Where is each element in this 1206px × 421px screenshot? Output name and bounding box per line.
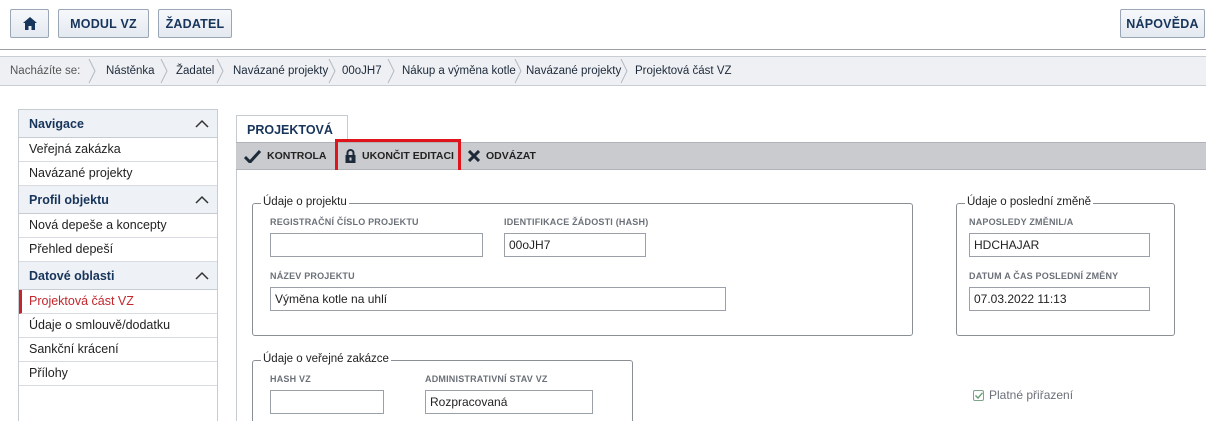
sidebar-section-profil-objektu[interactable]: Profil objektu [19, 186, 217, 214]
group-legend: Údaje o projektu [261, 196, 349, 208]
breadcrumb: Nacházíte se: Nástěnka Žadatel Navázané … [0, 56, 1206, 86]
home-button[interactable] [10, 9, 49, 38]
breadcrumb-separator-icon [216, 58, 224, 84]
sidebar-item-sankcni-kraceni[interactable]: Sankční krácení [19, 338, 217, 362]
breadcrumb-separator-icon [387, 58, 395, 84]
checkmark-icon [244, 149, 261, 163]
hash-vz-label: HASH VZ [270, 374, 311, 384]
platne-prirazeni-checkbox[interactable]: Platné přiřazení [973, 388, 1073, 402]
breadcrumb-separator-icon [160, 58, 168, 84]
highlight-annotation [335, 139, 461, 174]
breadcrumb-item-zadatel[interactable]: Žadatel [176, 57, 214, 85]
breadcrumb-item-project-name[interactable]: Nákup a výměna kotle [402, 57, 516, 85]
nazev-projektu-label: NÁZEV PROJEKTU [270, 271, 355, 281]
odvazat-button[interactable]: ODVÁZAT [468, 143, 536, 169]
group-udaje-o-projektu: Údaje o projektu REGISTRAČNÍ ČÍSLO PROJE… [252, 196, 913, 336]
breadcrumb-item-current: Projektová část VZ [635, 65, 732, 77]
sidebar-item-projektova-cast-vz[interactable]: Projektová část VZ [19, 290, 217, 314]
sidebar-item-navazane-projekty[interactable]: Navázané projekty [19, 162, 217, 186]
datum-posledni-zmeny-field[interactable]: 07.03.2022 11:13 [969, 287, 1150, 311]
chevron-up-icon[interactable] [187, 267, 217, 285]
breadcrumb-separator-icon [514, 58, 522, 84]
breadcrumb-item-navazane-projekty-2[interactable]: Navázané projekty [526, 57, 621, 85]
registracni-cislo-label: REGISTRAČNÍ ČÍSLO PROJEKTU [270, 217, 419, 227]
zadatel-button[interactable]: ŽADATEL [158, 9, 232, 38]
sidebar-section-title: Datové oblasti [29, 268, 115, 283]
identifikace-zadosti-field[interactable]: 00oJH7 [504, 233, 646, 257]
content-panel: Údaje o projektu REGISTRAČNÍ ČÍSLO PROJE… [236, 170, 1206, 421]
administrativni-stav-label: ADMINISTRATIVNÍ STAV VZ [425, 374, 548, 384]
sidebar: Navigace Veřejná zakázka Navázané projek… [18, 109, 218, 421]
sidebar-section-title: Navigace [29, 116, 84, 131]
group-legend: Údaje o poslední změně [965, 196, 1094, 208]
group-udaje-o-posledni-zmene: Údaje o poslední změně NAPOSLEDY ZMĚNIL/… [956, 196, 1175, 336]
close-icon [468, 150, 480, 162]
sidebar-section-navigace[interactable]: Navigace [19, 110, 217, 138]
group-legend: Údaje o veřejné zakázce [261, 353, 391, 365]
registracni-cislo-field[interactable] [270, 233, 483, 257]
chevron-up-icon[interactable] [187, 115, 217, 133]
modul-vz-button[interactable]: MODUL VZ [58, 9, 149, 38]
sidebar-section-datove-oblasti[interactable]: Datové oblasti [19, 262, 217, 290]
nazev-projektu-field[interactable]: Výměna kotle na uhlí [270, 287, 726, 311]
breadcrumb-lead: Nacházíte se: [10, 65, 81, 77]
breadcrumb-separator-icon [620, 58, 628, 84]
top-bar: MODUL VZ ŽADATEL NÁPOVĚDA [0, 0, 1206, 50]
hash-vz-field[interactable] [270, 390, 384, 414]
sidebar-item-verejna-zakazka[interactable]: Veřejná zakázka [19, 138, 217, 162]
odvazat-label: ODVÁZAT [486, 150, 536, 162]
sidebar-item-nova-depese[interactable]: Nová depeše a koncepty [19, 214, 217, 238]
sidebar-section-title: Profil objektu [29, 192, 109, 207]
sidebar-item-udaje-o-smlouve[interactable]: Údaje o smlouvě/dodatku [19, 314, 217, 338]
kontrola-label: KONTROLA [267, 150, 327, 162]
napoveda-button[interactable]: NÁPOVĚDA [1120, 9, 1205, 38]
sidebar-item-prehled-depesi[interactable]: Přehled depeší [19, 238, 217, 262]
checkbox-check-icon [973, 389, 984, 401]
datum-posledni-zmeny-label: DATUM A ČAS POSLEDNÍ ZMĚNY [969, 271, 1119, 281]
naposledy-zmenil-field[interactable]: HDCHAJAR [969, 233, 1150, 257]
identifikace-zadosti-label: IDENTIFIKACE ŽÁDOSTI (HASH) [504, 217, 649, 227]
breadcrumb-item-navazane-projekty[interactable]: Navázané projekty [233, 57, 328, 85]
home-icon [22, 17, 37, 30]
naposledy-zmenil-label: NAPOSLEDY ZMĚNIL/A [969, 217, 1074, 227]
breadcrumb-item-nastenka[interactable]: Nástěnka [106, 57, 155, 85]
platne-prirazeni-label: Platné přiřazení [989, 388, 1074, 402]
breadcrumb-separator-icon [328, 58, 336, 84]
tab-projektova-cast-vz[interactable]: PROJEKTOVÁ ČÁST VZ [236, 115, 348, 165]
kontrola-button[interactable]: KONTROLA [244, 143, 327, 169]
sidebar-item-prilohy[interactable]: Přílohy [19, 362, 217, 386]
group-udaje-o-verejne-zakazce: Údaje o veřejné zakázce HASH VZ ADMINIST… [252, 353, 633, 421]
chevron-up-icon[interactable] [187, 191, 217, 209]
breadcrumb-separator-icon [88, 58, 96, 84]
administrativni-stav-field[interactable]: Rozpracovaná [425, 390, 593, 414]
breadcrumb-item-project-hash[interactable]: 00oJH7 [342, 57, 382, 85]
